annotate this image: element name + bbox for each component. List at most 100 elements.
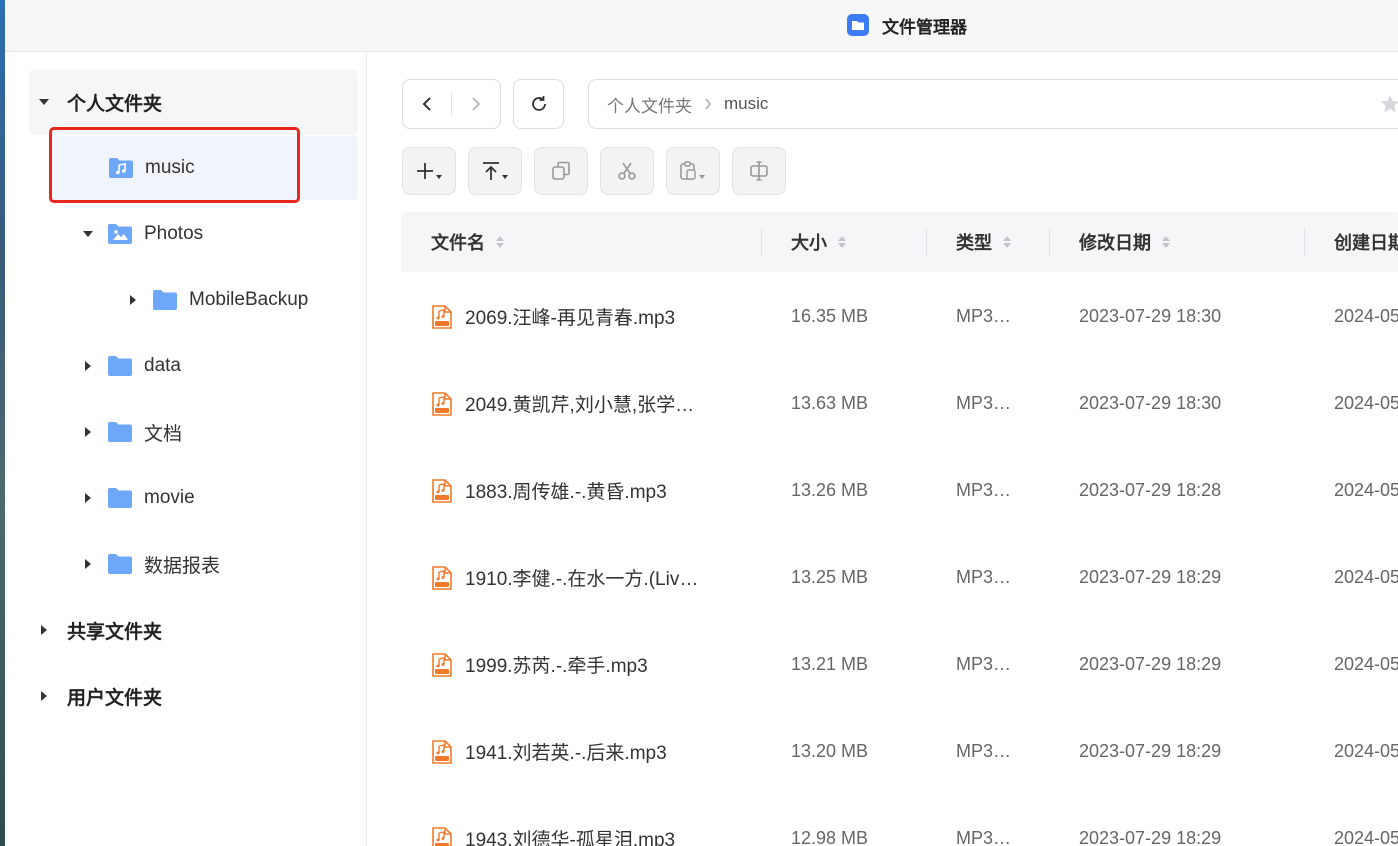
mp3-file-icon: [432, 478, 452, 503]
new-dropdown-button[interactable]: [402, 147, 456, 195]
file-name-cell[interactable]: 1999.苏芮.-.牵手.mp3: [431, 621, 751, 708]
column-header-modified[interactable]: 修改日期: [1079, 212, 1171, 272]
file-size-cell: 12.98 MB: [791, 828, 869, 846]
file-size-cell: 13.63 MB: [791, 393, 869, 413]
title-bar: 文件管理器: [5, 0, 1398, 52]
file-size-cell: 16.35 MB: [791, 306, 869, 326]
refresh-button[interactable]: [513, 79, 564, 129]
sidebar-item-photos[interactable]: Photos: [81, 202, 203, 266]
caret-right-icon[interactable]: [81, 557, 95, 571]
file-size-cell: 13.26 MB: [791, 480, 869, 500]
sidebar-root-label: 共享文件夹: [67, 621, 163, 643]
cut-button[interactable]: [600, 147, 654, 195]
file-type-cell: MP3…: [956, 306, 1012, 326]
caret-right-icon[interactable]: [81, 425, 95, 439]
sidebar-item-label: 数据报表: [144, 555, 221, 577]
file-type-cell: MP3…: [956, 654, 1012, 674]
window-title: 文件管理器: [882, 17, 967, 37]
back-button[interactable]: [403, 80, 451, 128]
history-nav-group: [402, 79, 501, 129]
file-created-cell: 2024-05: [1334, 393, 1398, 413]
table-row[interactable]: 2049.黄凯芹,刘小慧,张学… 13.63 MB MP3… 2023-07-29 1…: [401, 360, 1398, 447]
sidebar-root-label: 用户文件夹: [67, 687, 163, 709]
table-row[interactable]: 1910.李健.-.在水一方.(Liv… 13.25 MB MP3… 2023-07-…: [401, 534, 1398, 621]
highlight-annotation-box: [49, 127, 300, 203]
sidebar-root-users[interactable]: 用户文件夹: [37, 664, 162, 728]
sidebar-item-documents[interactable]: 文档: [81, 400, 182, 464]
chevron-left-icon: [422, 97, 431, 111]
forward-button[interactable]: [452, 80, 500, 128]
copy-icon: [552, 161, 570, 180]
sidebar-item-reports[interactable]: 数据报表: [81, 532, 220, 596]
rename-button[interactable]: [732, 147, 786, 195]
column-divider: [761, 228, 762, 256]
sidebar-item-movie[interactable]: movie: [81, 466, 195, 530]
caret-right-icon[interactable]: [37, 623, 51, 637]
caret-down-icon[interactable]: [81, 227, 95, 241]
breadcrumb-current[interactable]: music: [724, 94, 768, 114]
file-modified-cell: 2023-07-29 18:29: [1079, 654, 1222, 674]
file-modified-cell: 2023-07-29 18:28: [1079, 480, 1222, 500]
mp3-file-icon: [432, 826, 452, 846]
sidebar-root-label: 个人文件夹: [67, 93, 163, 115]
caret-down-icon[interactable]: [37, 95, 51, 109]
file-modified-cell: 2023-07-29 18:30: [1079, 393, 1222, 413]
table-row[interactable]: 1999.苏芮.-.牵手.mp3 13.21 MB MP3… 2023-07-29 1…: [401, 621, 1398, 708]
breadcrumb-root[interactable]: 个人文件夹: [607, 92, 692, 117]
breadcrumb: 个人文件夹 music: [588, 79, 1398, 129]
paste-icon: [680, 161, 705, 180]
column-header-size[interactable]: 大小: [791, 212, 847, 272]
folder-icon: [108, 554, 132, 574]
sidebar-root-shared[interactable]: 共享文件夹: [37, 598, 162, 662]
file-type-cell: MP3…: [956, 828, 1012, 846]
file-name-cell[interactable]: 1941.刘若英.-.后来.mp3: [431, 708, 751, 795]
file-created-cell: 2024-05: [1334, 480, 1398, 500]
column-header-created[interactable]: 创建日期: [1334, 212, 1398, 272]
file-created-cell: 2024-05: [1334, 567, 1398, 587]
copy-button[interactable]: [534, 147, 588, 195]
upload-dropdown-button[interactable]: [468, 147, 522, 195]
file-name-cell[interactable]: 2069.汪峰-再见青春.mp3: [431, 273, 751, 360]
file-name-cell[interactable]: 1910.李健.-.在水一方.(Liv…: [431, 534, 751, 621]
window-title-group: 文件管理器: [846, 12, 967, 38]
sort-icon: [1002, 235, 1012, 249]
file-name-cell[interactable]: 1883.周传雄.-.黄昏.mp3: [431, 447, 751, 534]
sidebar-item-data[interactable]: data: [81, 334, 181, 398]
sidebar-root-personal[interactable]: 个人文件夹: [37, 70, 162, 134]
table-header: 文件名 大小 类型 修改日期 创建日期: [401, 212, 1398, 272]
caret-right-icon[interactable]: [37, 689, 51, 703]
file-name-cell[interactable]: 1943.刘德华-孤星泪.mp3: [431, 795, 751, 846]
column-divider: [1304, 228, 1305, 256]
table-row[interactable]: 1941.刘若英.-.后来.mp3 13.20 MB MP3… 2023-07-29 …: [401, 708, 1398, 795]
file-type-cell: MP3…: [956, 567, 1012, 587]
paste-dropdown-button[interactable]: [666, 147, 720, 195]
mp3-file-icon: [432, 652, 452, 677]
column-header-name[interactable]: 文件名: [431, 212, 505, 272]
refresh-icon: [531, 96, 546, 111]
mp3-file-icon: [432, 565, 452, 590]
table-row[interactable]: 1943.刘德华-孤星泪.mp3 12.98 MB MP3… 2023-07-29 1…: [401, 795, 1398, 846]
file-modified-cell: 2023-07-29 18:29: [1079, 567, 1222, 587]
column-header-type[interactable]: 类型: [956, 212, 1012, 272]
file-size-cell: 13.21 MB: [791, 654, 869, 674]
caret-right-icon[interactable]: [81, 359, 95, 373]
file-created-cell: 2024-05: [1334, 654, 1398, 674]
caret-right-icon[interactable]: [126, 293, 140, 307]
file-modified-cell: 2023-07-29 18:30: [1079, 306, 1222, 326]
sidebar: 个人文件夹 music Photos MobileBackup data 文档 …: [5, 53, 367, 846]
file-created-cell: 2024-05: [1334, 741, 1398, 761]
file-name-cell[interactable]: 2049.黄凯芹,刘小慧,张学…: [431, 360, 751, 447]
plus-icon: [417, 163, 442, 179]
sidebar-item-mobilebackup[interactable]: MobileBackup: [126, 268, 308, 332]
caret-right-icon[interactable]: [81, 491, 95, 505]
sort-icon: [1161, 235, 1171, 249]
sort-icon: [837, 235, 847, 249]
table-row[interactable]: 2069.汪峰-再见青春.mp3 16.35 MB MP3… 2023-07-29 1…: [401, 273, 1398, 360]
file-size-cell: 13.20 MB: [791, 741, 869, 761]
scissors-icon: [618, 162, 636, 180]
mp3-file-icon: [432, 739, 452, 764]
photo-folder-icon: [108, 224, 132, 244]
folder-icon: [108, 356, 132, 376]
star-icon[interactable]: [1379, 93, 1398, 115]
table-row[interactable]: 1883.周传雄.-.黄昏.mp3 13.26 MB MP3… 2023-07-29 …: [401, 447, 1398, 534]
